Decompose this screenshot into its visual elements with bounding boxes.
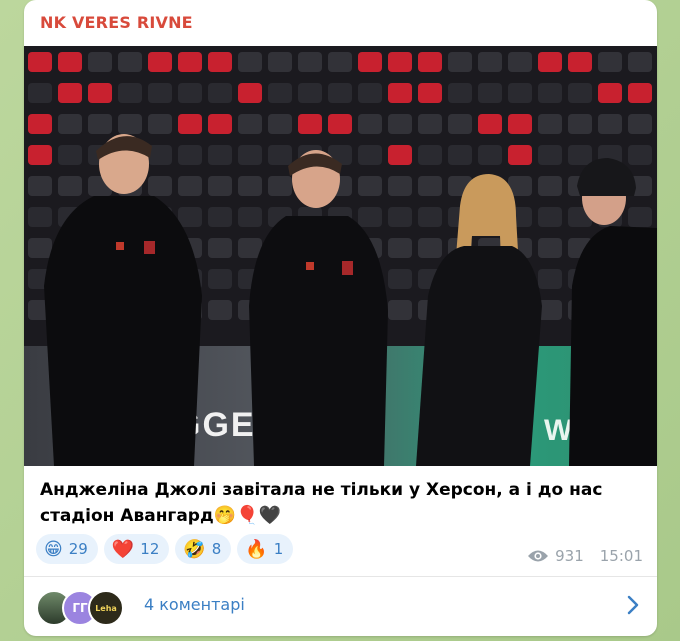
commenter-avatars: ГГ Leha <box>36 590 136 626</box>
view-count: 931 <box>555 547 584 565</box>
person-woman <box>416 174 542 466</box>
reaction-fire[interactable]: 🔥 1 <box>237 534 294 564</box>
person-2 <box>249 150 388 466</box>
reaction-heart[interactable]: ❤️ 12 <box>103 534 170 564</box>
eye-icon <box>528 550 549 562</box>
message-bubble: NK VERES RIVNE GGE WEN <box>24 0 657 636</box>
reaction-count: 12 <box>140 540 160 558</box>
post-photo[interactable]: GGE WEN <box>24 46 657 466</box>
reaction-count: 8 <box>211 540 222 558</box>
heart-emoji-icon: ❤️ <box>111 538 135 560</box>
caption-text: Анджеліна Джолі завітала не тільки у Хер… <box>40 480 603 526</box>
people-silhouettes <box>44 134 657 466</box>
reaction-count: 29 <box>68 540 88 558</box>
caption-emojis: 🤭🎈🖤 <box>213 505 281 526</box>
post-caption: Анджеліна Джолі завітала не тільки у Хер… <box>40 478 640 529</box>
person-1 <box>44 134 202 466</box>
person-4 <box>569 158 657 466</box>
channel-name[interactable]: NK VERES RIVNE <box>40 13 193 32</box>
comments-button[interactable]: ГГ Leha 4 коментарі <box>24 577 657 636</box>
message-time: 15:01 <box>599 547 643 565</box>
rofl-emoji-icon: 🤣 <box>183 538 206 560</box>
fire-emoji-icon: 🔥 <box>245 538 268 560</box>
avatar-initials: ГГ <box>72 601 88 615</box>
reaction-count: 1 <box>273 540 284 558</box>
reactions-bar: 😁 29 ❤️ 12 🤣 8 🔥 1 <box>36 534 294 564</box>
reaction-grin[interactable]: 😁 29 <box>36 534 98 564</box>
avatar-label: Leha <box>95 603 117 613</box>
reaction-rofl[interactable]: 🤣 8 <box>175 534 232 564</box>
chevron-right-icon <box>627 595 639 615</box>
message-meta: 931 15:01 <box>527 547 643 565</box>
avatar: Leha <box>88 590 124 626</box>
comments-label: 4 коментарі <box>144 595 245 614</box>
grin-emoji-icon: 😁 <box>44 538 63 560</box>
